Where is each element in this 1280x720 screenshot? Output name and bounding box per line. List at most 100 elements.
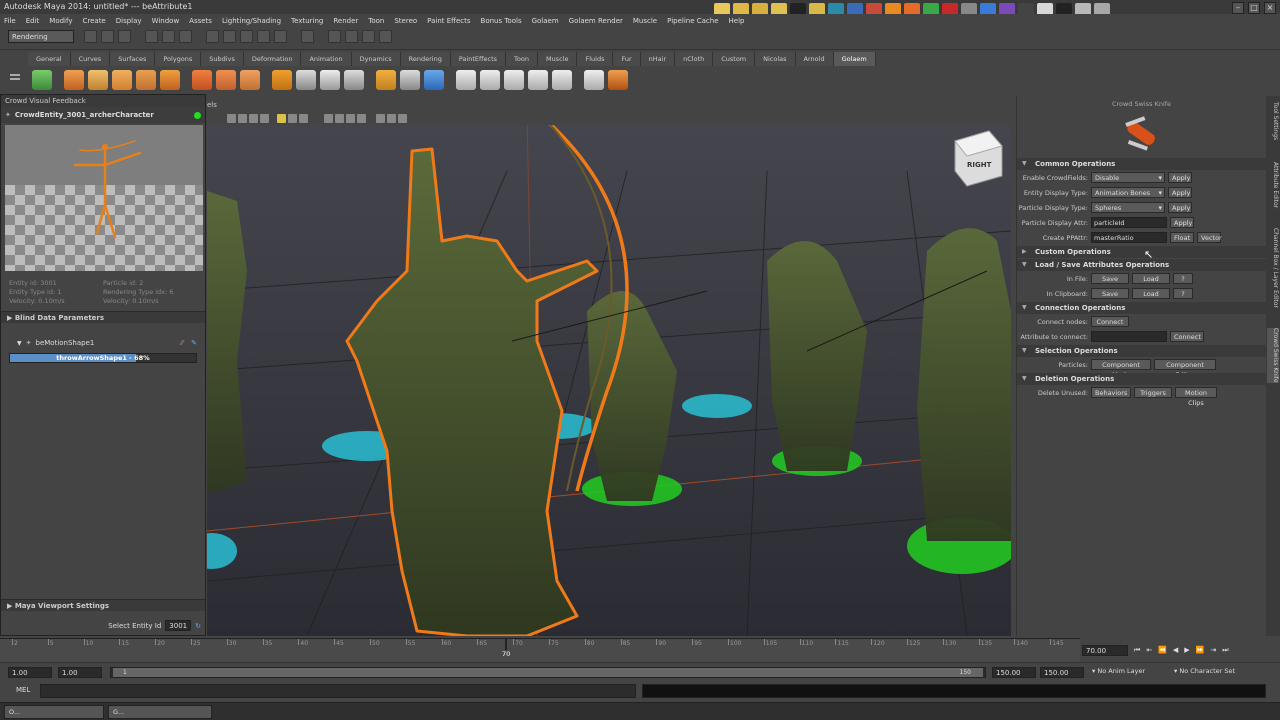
current-frame-field[interactable]: 70.00 — [1082, 644, 1128, 656]
snap-view-icon[interactable] — [257, 30, 270, 43]
shelf-menu-icon[interactable] — [8, 54, 22, 92]
component-mode-button[interactable]: Component Mode — [1091, 359, 1151, 379]
swiss-knife-icon[interactable] — [608, 70, 628, 90]
anim-layer-selector[interactable]: ▾ No Anim Layer — [1092, 667, 1145, 675]
menu-item-pipeline-cache[interactable]: Pipeline Cache — [667, 17, 718, 25]
save-clipboard-button[interactable]: Save — [1091, 288, 1129, 299]
light-icon[interactable] — [288, 113, 297, 123]
motion-shape-row[interactable]: ▼ ✦ beMotionShape1 ⁄⁄ ✎ — [1, 339, 205, 347]
animation-start-field[interactable]: 1.00 — [8, 667, 52, 678]
step-back-key-icon[interactable]: ⇤ — [1146, 646, 1152, 654]
open-scene-icon[interactable] — [101, 30, 114, 43]
simulate-run-icon[interactable] — [480, 70, 500, 90]
delete-motion-clips-button[interactable]: Motion Clips — [1175, 387, 1217, 407]
tab-painteffects[interactable]: PaintEffects — [450, 52, 507, 66]
go-to-start-icon[interactable]: ⏮ — [1134, 646, 1140, 655]
playback-start-field[interactable]: 1.00 — [58, 667, 102, 678]
save-file-button[interactable]: Save — [1091, 273, 1129, 284]
apply-button[interactable]: Apply — [1170, 217, 1194, 228]
menu-item-display[interactable]: Display — [116, 17, 142, 25]
float-button[interactable]: Float — [1170, 232, 1194, 243]
menu-item-assets[interactable]: Assets — [189, 17, 212, 25]
tab-fluids[interactable]: Fluids — [577, 52, 614, 66]
ao-icon[interactable] — [299, 113, 308, 123]
load-save-header[interactable]: Load / Save Attributes Operations — [1017, 259, 1266, 271]
common-op-dropdown[interactable]: Spheres — [1091, 202, 1165, 213]
menu-item-texturing[interactable]: Texturing — [291, 17, 323, 25]
character-icon[interactable] — [320, 70, 340, 90]
grid-icon[interactable] — [376, 113, 385, 123]
tab-attribute-editor[interactable]: Attribute Editor — [1267, 162, 1279, 208]
step-back-icon[interactable]: ⏪ — [1158, 646, 1167, 654]
apply-button[interactable]: Apply — [1168, 202, 1192, 213]
film-icon[interactable] — [296, 70, 316, 90]
graph-icon[interactable]: ⁄⁄ — [181, 339, 183, 347]
menu-item-file[interactable]: File — [4, 17, 16, 25]
box-icon[interactable] — [424, 70, 444, 90]
menu-item-edit[interactable]: Edit — [26, 17, 40, 25]
smooth-shade-icon[interactable] — [238, 113, 247, 123]
blind-data-header[interactable]: ▶ Blind Data Parameters — [1, 311, 205, 323]
textured-icon[interactable] — [249, 113, 258, 123]
xray-icon[interactable] — [335, 113, 344, 123]
character-set-selector[interactable]: ▾ No Character Set — [1174, 667, 1235, 675]
viewport-settings-header[interactable]: ▶ Maya Viewport Settings — [1, 599, 205, 611]
common-op-dropdown[interactable]: Animation Bones — [1091, 187, 1165, 198]
step-forward-icon[interactable]: ⏩ — [1196, 646, 1205, 654]
cube-icon[interactable] — [400, 70, 420, 90]
select-component-icon[interactable] — [179, 30, 192, 43]
wireframe-icon[interactable] — [227, 113, 236, 123]
minimize-icon[interactable]: – — [1232, 2, 1244, 14]
tab-animation[interactable]: Animation — [301, 52, 352, 66]
share-icon[interactable] — [398, 113, 407, 123]
tab-crowd-swiss-knife[interactable]: Crowd Swiss Knife — [1267, 328, 1279, 383]
render-settings-icon[interactable] — [362, 30, 375, 43]
mel-input[interactable] — [40, 684, 636, 698]
save-scene-icon[interactable] — [118, 30, 131, 43]
crowd-group-icon[interactable] — [216, 70, 236, 90]
select-entity-field[interactable]: 3001 — [165, 620, 192, 631]
connect-nodes-button[interactable]: Connect — [1091, 316, 1129, 327]
crowd-entity-type-icon[interactable] — [192, 70, 212, 90]
current-time-marker[interactable] — [505, 638, 507, 650]
tab-ncloth[interactable]: nCloth — [675, 52, 714, 66]
menu-item-muscle[interactable]: Muscle — [633, 17, 657, 25]
help-button[interactable]: ? — [1173, 288, 1193, 299]
delete-triggers-button[interactable]: Triggers — [1134, 387, 1172, 398]
play-back-icon[interactable]: ◀ — [1173, 646, 1178, 654]
common-operations-header[interactable]: Common Operations — [1017, 158, 1266, 170]
tab-rendering[interactable]: Rendering — [400, 52, 451, 66]
orbit-icon[interactable] — [376, 70, 396, 90]
new-scene-icon[interactable] — [84, 30, 97, 43]
menu-item-lighting-shading[interactable]: Lighting/Shading — [222, 17, 281, 25]
step-forward-key-icon[interactable]: ⇥ — [1210, 646, 1216, 654]
menu-item-window[interactable]: Window — [152, 17, 180, 25]
go-to-end-icon[interactable]: ⏭ — [1222, 646, 1228, 655]
hypershade-icon[interactable] — [379, 30, 392, 43]
history-icon[interactable] — [301, 30, 314, 43]
mel-label[interactable]: MEL — [16, 686, 30, 694]
tab-tool-settings[interactable]: Tool Settings — [1267, 102, 1279, 140]
motion-icon[interactable] — [344, 70, 364, 90]
xray-joints-icon[interactable] — [346, 113, 355, 123]
tab-muscle[interactable]: Muscle — [537, 52, 578, 66]
layout-icon[interactable] — [584, 70, 604, 90]
tab-custom[interactable]: Custom — [713, 52, 756, 66]
pin-icon[interactable]: ✎ — [191, 339, 197, 347]
play-forward-icon[interactable]: ▶ — [1184, 646, 1189, 654]
camera-icon[interactable] — [387, 113, 396, 123]
menu-item-stereo[interactable]: Stereo — [394, 17, 417, 25]
isolate-icon[interactable] — [324, 113, 333, 123]
vector-button[interactable]: Vector — [1197, 232, 1222, 243]
help-button[interactable]: ? — [1173, 273, 1193, 284]
shadow-icon[interactable] — [277, 113, 286, 123]
select-hierarchy-icon[interactable] — [145, 30, 158, 43]
custom-operations-header[interactable]: Custom Operations — [1017, 246, 1266, 258]
selection-operations-header[interactable]: Selection Operations — [1017, 345, 1266, 357]
tab-surfaces[interactable]: Surfaces — [110, 52, 156, 66]
connect-attribute-button[interactable]: Connect — [1170, 331, 1204, 342]
menu-item-golaem-render[interactable]: Golaem Render — [569, 17, 623, 25]
menu-item-bonus-tools[interactable]: Bonus Tools — [481, 17, 522, 25]
3d-viewport[interactable]: RIGHT — [207, 111, 1011, 636]
playback-end-field[interactable]: 150.00 — [992, 667, 1036, 678]
